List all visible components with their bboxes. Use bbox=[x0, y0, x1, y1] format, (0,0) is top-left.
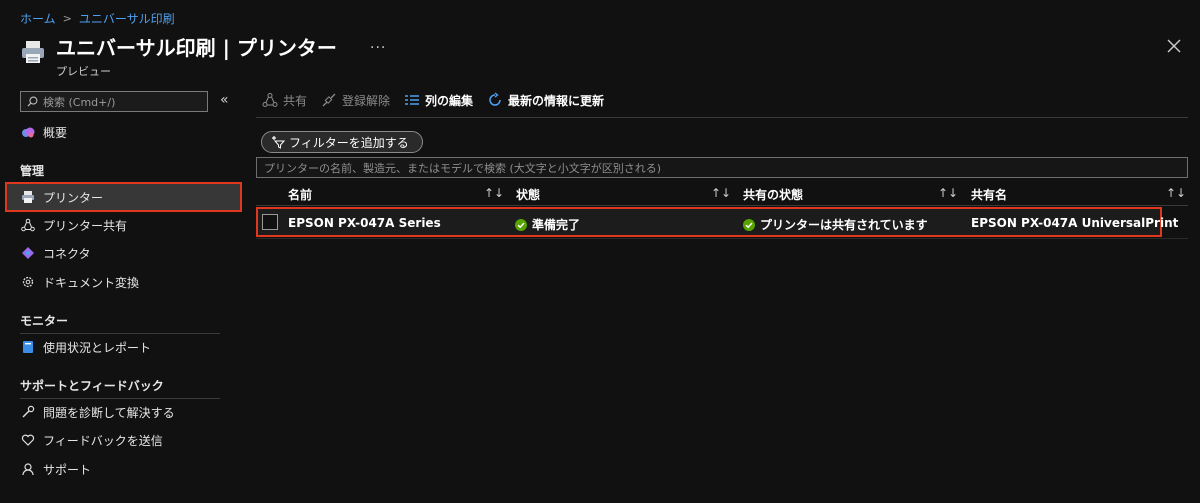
check-circle-icon bbox=[743, 218, 755, 231]
sidebar-item-overview[interactable]: 概要 bbox=[20, 121, 67, 143]
add-filter-label: フィルターを追加する bbox=[289, 135, 409, 150]
sidebar-item-label: コネクタ bbox=[43, 246, 91, 261]
wrench-icon bbox=[20, 404, 36, 420]
sidebar-item-label: フィードバックを送信 bbox=[43, 433, 163, 448]
breadcrumb-home-link[interactable]: ホーム bbox=[20, 10, 56, 27]
status-text: 準備完了 bbox=[532, 218, 581, 232]
command-toolbar: 共有 登録解除 列の編集 最新の情報に更新 bbox=[262, 90, 618, 110]
sort-icon[interactable]: ↑↓ bbox=[484, 186, 504, 200]
sort-icon[interactable]: ↑↓ bbox=[711, 186, 731, 200]
sidebar-search-input[interactable]: 検索 (Cmd+/) bbox=[20, 91, 208, 112]
section-manage-title: 管理 bbox=[20, 164, 45, 178]
add-filter-icon bbox=[272, 136, 285, 149]
share-button[interactable]: 共有 bbox=[262, 92, 307, 109]
sidebar-search-placeholder: 検索 (Cmd+/) bbox=[43, 95, 116, 109]
columns-icon bbox=[405, 95, 420, 105]
column-header-share-status[interactable]: 共有の状態 bbox=[743, 186, 803, 203]
close-icon[interactable] bbox=[1166, 38, 1182, 54]
heart-icon bbox=[20, 432, 36, 448]
more-options-button[interactable]: ··· bbox=[370, 40, 386, 56]
sidebar-item-label: サポート bbox=[43, 462, 92, 477]
row-divider bbox=[256, 238, 1188, 239]
printer-search-input[interactable]: プリンターの名前、製造元、またはモデルで検索 (大文字と小文字が区別される) bbox=[256, 157, 1188, 178]
sidebar-item-label: 使用状況とレポート bbox=[43, 340, 152, 355]
cell-status: 準備完了 bbox=[515, 216, 580, 233]
edit-columns-button[interactable]: 列の編集 bbox=[404, 92, 473, 109]
book-icon bbox=[20, 339, 36, 355]
collapse-sidebar-button[interactable]: « bbox=[220, 92, 229, 108]
breadcrumb-current-link[interactable]: ユニバーサル印刷 bbox=[79, 10, 175, 27]
chevron-right-icon: > bbox=[62, 12, 72, 25]
share-icon bbox=[262, 93, 278, 107]
cell-share-name: EPSON PX-047A UniversalPrint bbox=[971, 216, 1179, 230]
section-monitor-title: モニター bbox=[20, 314, 69, 328]
sidebar-item-diagnose[interactable]: 問題を診断して解決する bbox=[20, 401, 175, 423]
row-checkbox[interactable] bbox=[262, 214, 278, 230]
sort-icon[interactable]: ↑↓ bbox=[1166, 186, 1186, 200]
sidebar-item-printer-share[interactable]: プリンター共有 bbox=[20, 214, 127, 236]
toolbar-divider bbox=[256, 117, 1188, 118]
add-filter-button[interactable]: フィルターを追加する bbox=[261, 131, 423, 153]
section-support-title: サポートとフィードバック bbox=[20, 379, 164, 393]
edit-columns-label: 列の編集 bbox=[425, 93, 474, 108]
page-subtitle: プレビュー bbox=[56, 65, 111, 78]
page-title: ユニバーサル印刷 | プリンター bbox=[56, 36, 337, 60]
sidebar-item-label: プリンター共有 bbox=[43, 218, 128, 233]
sidebar-item-usage-reports[interactable]: 使用状況とレポート bbox=[20, 336, 151, 358]
sidebar-item-label: ドキュメント変換 bbox=[43, 275, 140, 290]
table-header-divider bbox=[256, 205, 1188, 206]
refresh-button[interactable]: 最新の情報に更新 bbox=[487, 92, 604, 109]
connector-icon bbox=[20, 245, 36, 261]
column-header-share-name[interactable]: 共有名 bbox=[971, 186, 1007, 203]
unplug-icon bbox=[322, 93, 336, 107]
sort-icon[interactable]: ↑↓ bbox=[938, 186, 958, 200]
breadcrumb: ホーム > ユニバーサル印刷 bbox=[20, 10, 175, 27]
column-header-status[interactable]: 状態 bbox=[516, 186, 540, 203]
search-icon bbox=[27, 96, 38, 107]
person-support-icon bbox=[20, 461, 36, 477]
section-divider bbox=[20, 333, 220, 334]
share-icon bbox=[20, 217, 36, 233]
refresh-icon bbox=[489, 92, 501, 106]
cell-printer-name[interactable]: EPSON PX-047A Series bbox=[288, 216, 441, 230]
sidebar-item-support[interactable]: サポート bbox=[20, 458, 91, 480]
refresh-label: 最新の情報に更新 bbox=[508, 93, 605, 108]
gear-icon bbox=[20, 274, 36, 290]
section-divider bbox=[20, 398, 220, 399]
share-status-text: プリンターは共有されています bbox=[760, 218, 928, 232]
unregister-button[interactable]: 登録解除 bbox=[321, 92, 390, 109]
page-header: ユニバーサル印刷 | プリンター プレビュー bbox=[20, 34, 337, 79]
sidebar-item-connector[interactable]: コネクタ bbox=[20, 242, 91, 264]
sidebar-item-label: 問題を診断して解決する bbox=[43, 405, 175, 420]
sidebar-item-feedback[interactable]: フィードバックを送信 bbox=[20, 429, 163, 451]
printer-icon bbox=[20, 189, 36, 205]
printer-icon bbox=[22, 41, 44, 63]
share-label: 共有 bbox=[283, 93, 308, 108]
sidebar-item-label: プリンター bbox=[43, 190, 104, 205]
check-circle-icon bbox=[515, 218, 527, 231]
sidebar-item-label: 概要 bbox=[43, 125, 68, 140]
cloud-icon bbox=[20, 124, 36, 140]
cell-share-status: プリンターは共有されています bbox=[743, 216, 928, 233]
sidebar-item-printers[interactable]: プリンター bbox=[5, 182, 242, 212]
column-header-name[interactable]: 名前 bbox=[288, 186, 312, 203]
sidebar-item-document-conversion[interactable]: ドキュメント変換 bbox=[20, 271, 139, 293]
unregister-label: 登録解除 bbox=[342, 93, 391, 108]
printer-search-placeholder: プリンターの名前、製造元、またはモデルで検索 (大文字と小文字が区別される) bbox=[264, 161, 662, 175]
